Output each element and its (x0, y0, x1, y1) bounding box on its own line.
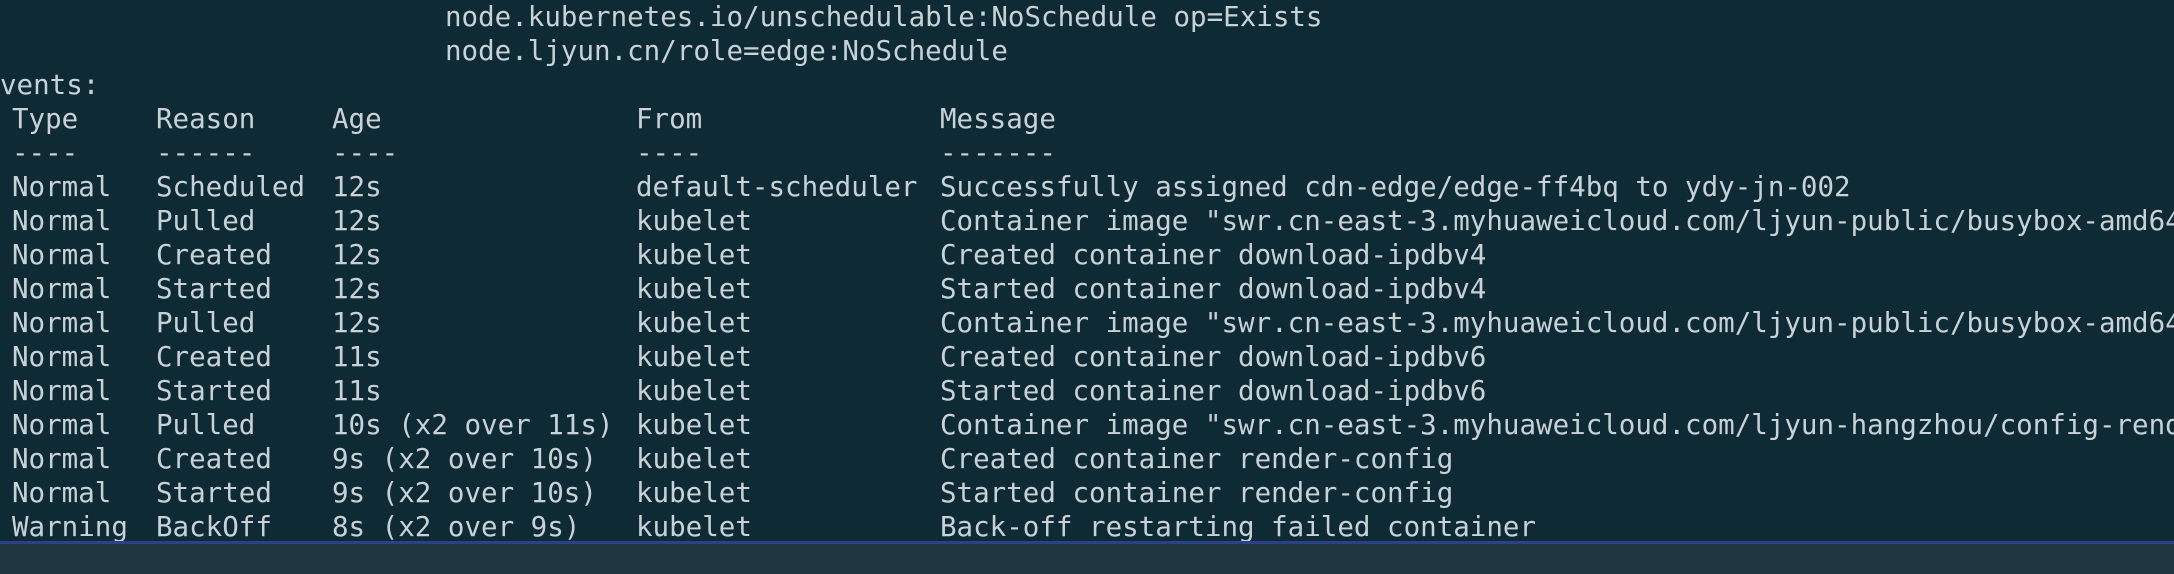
event-reason: Pulled (156, 409, 256, 441)
event-age: 10s (x2 over 11s) (332, 409, 614, 441)
event-age: 9s (x2 over 10s) (332, 477, 597, 509)
event-type: Normal (12, 205, 112, 237)
event-age: 12s (332, 307, 382, 339)
table-row: Warning BackOff 8s (x2 over 9s) kubelet … (0, 510, 2174, 544)
event-from: kubelet (636, 307, 752, 339)
header-type: Type (12, 103, 79, 135)
event-from: kubelet (636, 273, 752, 305)
event-type: Normal (12, 307, 112, 339)
header-reason: Reason (156, 103, 256, 135)
event-age: 12s (332, 273, 382, 305)
event-from: kubelet (636, 375, 752, 407)
event-age: 12s (332, 239, 382, 271)
taint-line: node.ljyun.cn/role=edge:NoSchedule (445, 35, 1008, 67)
event-type: Normal (12, 443, 112, 475)
table-row: Normal Created 12s kubelet Created conta… (0, 238, 2174, 272)
event-type: Normal (12, 239, 112, 271)
event-from: default-scheduler (636, 171, 918, 203)
event-reason: Created (156, 443, 272, 475)
event-age: 8s (x2 over 9s) (332, 511, 581, 543)
table-row: Normal Started 9s (x2 over 10s) kubelet … (0, 476, 2174, 510)
event-message: Started container download-ipdbv4 (940, 273, 1487, 305)
event-reason: Started (156, 477, 272, 509)
events-table-header: Type Reason Age From Message (0, 102, 2174, 136)
event-from: kubelet (636, 477, 752, 509)
event-message: Created container download-ipdbv6 (940, 341, 1487, 373)
event-reason: Started (156, 273, 272, 305)
event-message: Container image "swr.cn-east-3.myhuaweic… (940, 409, 2174, 441)
table-row: Normal Pulled 12s kubelet Container imag… (0, 306, 2174, 340)
event-from: kubelet (636, 205, 752, 237)
event-age: 9s (x2 over 10s) (332, 443, 597, 475)
event-reason: Scheduled (156, 171, 306, 203)
header-age: Age (332, 103, 382, 135)
table-row: Normal Started 11s kubelet Started conta… (0, 374, 2174, 408)
event-from: kubelet (636, 443, 752, 475)
table-row: Normal Scheduled 12s default-scheduler S… (0, 170, 2174, 204)
event-type: Normal (12, 273, 112, 305)
event-type: Normal (12, 409, 112, 441)
event-message: Container image "swr.cn-east-3.myhuaweic… (940, 205, 2174, 237)
separator-reason: ------ (156, 137, 256, 169)
event-reason: Pulled (156, 307, 256, 339)
event-reason: Started (156, 375, 272, 407)
event-type: Normal (12, 375, 112, 407)
event-from: kubelet (636, 409, 752, 441)
event-from: kubelet (636, 341, 752, 373)
event-from: kubelet (636, 511, 752, 543)
separator-age: ---- (332, 137, 399, 169)
status-bar (0, 544, 2174, 574)
header-from: From (636, 103, 703, 135)
event-type: Normal (12, 477, 112, 509)
header-message: Message (940, 103, 1056, 135)
table-row: Normal Started 12s kubelet Started conta… (0, 272, 2174, 306)
event-message: Started container render-config (940, 477, 1454, 509)
events-table-separator: ---- ------ ---- ---- ------- (0, 136, 2174, 170)
event-message: Created container render-config (940, 443, 1454, 475)
event-message: Created container download-ipdbv4 (940, 239, 1487, 271)
event-message: Back-off restarting failed container (940, 511, 1537, 543)
events-label: vents: (0, 69, 100, 101)
event-type: Normal (12, 341, 112, 373)
event-age: 12s (332, 171, 382, 203)
table-row: Normal Pulled 10s (x2 over 11s) kubelet … (0, 408, 2174, 442)
table-row: Normal Pulled 12s kubelet Container imag… (0, 204, 2174, 238)
taint-line: node.kubernetes.io/unschedulable:NoSched… (445, 1, 1323, 33)
table-row: Normal Created 11s kubelet Created conta… (0, 340, 2174, 374)
separator-message: ------- (940, 137, 1056, 169)
separator-from: ---- (636, 137, 703, 169)
event-from: kubelet (636, 239, 752, 271)
event-type: Warning (12, 511, 128, 543)
event-message: Successfully assigned cdn-edge/edge-ff4b… (940, 171, 1851, 203)
event-reason: Pulled (156, 205, 256, 237)
event-type: Normal (12, 171, 112, 203)
event-reason: Created (156, 341, 272, 373)
event-reason: BackOff (156, 511, 272, 543)
event-message: Container image "swr.cn-east-3.myhuaweic… (940, 307, 2174, 339)
event-message: Started container download-ipdbv6 (940, 375, 1487, 407)
event-age: 11s (332, 341, 382, 373)
separator-type: ---- (12, 137, 79, 169)
event-age: 12s (332, 205, 382, 237)
event-age: 11s (332, 375, 382, 407)
table-row: Normal Created 9s (x2 over 10s) kubelet … (0, 442, 2174, 476)
event-reason: Created (156, 239, 272, 271)
